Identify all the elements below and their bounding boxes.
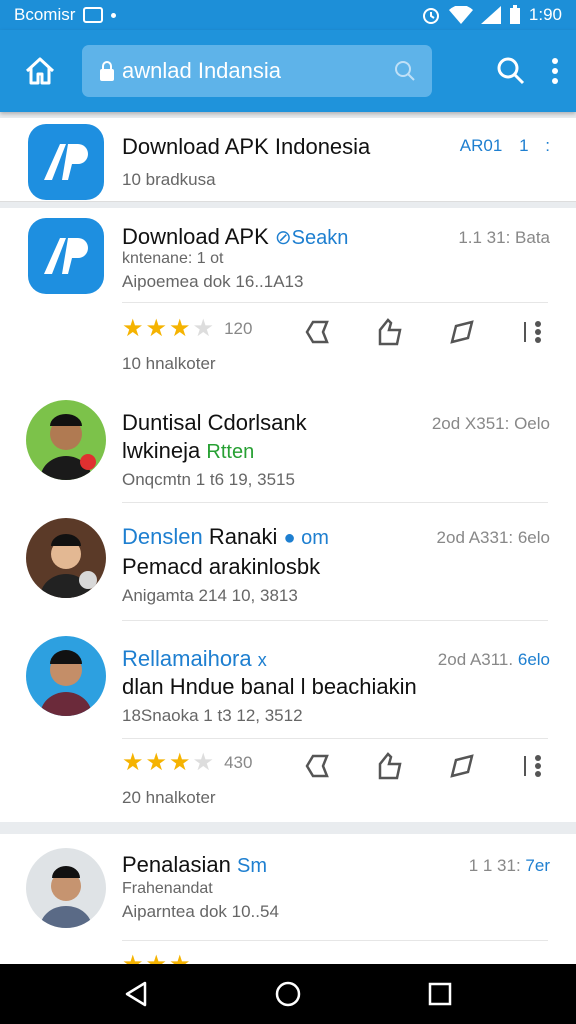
star-icon: ★ xyxy=(192,749,215,776)
star-icon: ★ xyxy=(169,315,191,342)
header-subtitle: 10 bradkusa xyxy=(122,170,216,189)
back-icon[interactable] xyxy=(116,974,156,1014)
like-icon[interactable] xyxy=(374,750,406,782)
more-icon[interactable] xyxy=(518,316,550,348)
avatar xyxy=(26,848,106,928)
item-subtitle: dlan Hndue banal l beachiakin xyxy=(122,674,417,699)
colon-icon: : xyxy=(545,136,550,155)
star-icon: ★ xyxy=(169,749,191,776)
avatar xyxy=(26,636,106,716)
alarm-icon xyxy=(422,8,439,24)
status-bar: Bcomisr 1:90 xyxy=(0,0,576,30)
verified-tag: ⊘Seakn xyxy=(274,227,349,249)
dot-icon xyxy=(111,12,117,18)
item-meta: 1 1 31: 7er xyxy=(468,856,550,875)
verified-tag: ● om xyxy=(283,527,329,549)
rating-count: 430 xyxy=(224,752,253,772)
header-meta: AR01 1 : xyxy=(459,136,550,155)
notification-icon xyxy=(83,7,104,23)
avatar xyxy=(26,400,106,480)
more-menu-icon[interactable] xyxy=(550,56,560,86)
item-subtitle: Pemacd arakinlosbk xyxy=(122,554,321,579)
item-subtitle: lwkineja Rtten xyxy=(122,438,255,463)
item-title: Download APK ⊘Seakn xyxy=(122,224,349,249)
header-card[interactable]: Download APK Indonesia 10 bradkusa AR01 … xyxy=(0,118,576,202)
rating-stars: ★ ★ ★ ★ 430 xyxy=(122,748,252,777)
app-logo-icon xyxy=(28,124,104,200)
list-card: Download APK ⊘Seakn kntenane: 1 ot Aipoe… xyxy=(0,208,576,822)
rating-count: 120 xyxy=(224,318,253,338)
item-meta: 2od A331: 6elo xyxy=(436,528,550,547)
rating-sub: 20 hnalkoter xyxy=(122,788,216,807)
header-title: Download APK Indonesia xyxy=(122,134,371,159)
item-title: Denslen Ranaki ● om xyxy=(122,524,329,549)
item-title: Rellamaihora x xyxy=(122,646,267,671)
star-icon: ★ xyxy=(145,315,168,342)
search-text: awnlad Indansia xyxy=(122,58,282,83)
avatar xyxy=(26,518,106,598)
star-icon: ★ xyxy=(122,315,144,342)
search-field-icon xyxy=(395,61,415,81)
search-field[interactable]: awnlad Indansia xyxy=(82,45,432,97)
item-meta: 2od X351: Oelo xyxy=(431,414,550,433)
item-date: 18Snaoka 1 t3 12, 3512 xyxy=(122,706,303,725)
comment-icon[interactable] xyxy=(446,750,478,782)
star-icon: ★ xyxy=(145,749,168,776)
item-title: Duntisal Cdorlsank xyxy=(122,410,307,435)
action-row xyxy=(302,750,550,782)
item-meta: 2od A311. 6elo xyxy=(437,650,550,669)
divider xyxy=(122,940,548,941)
item-date: Aipoemea dok 16..1A13 xyxy=(122,272,304,291)
item-date: Aiparntea dok 10..54 xyxy=(122,902,279,921)
item-subtitle: Frahenandat xyxy=(122,880,213,897)
more-icon[interactable] xyxy=(518,750,550,782)
action-row xyxy=(302,316,550,348)
wifi-icon xyxy=(448,6,473,24)
comment-icon[interactable] xyxy=(446,316,478,348)
like-icon[interactable] xyxy=(374,316,406,348)
divider xyxy=(122,502,548,503)
signal-icon xyxy=(480,6,501,24)
item-date: Onqcmtn 1 t6 19, 3515 xyxy=(122,470,295,489)
carrier-label: Bcomisr xyxy=(14,5,76,24)
divider xyxy=(122,302,548,303)
item-meta: 1.1 31: Bata xyxy=(458,228,550,247)
lock-icon xyxy=(100,61,114,81)
star-icon: ★ xyxy=(192,315,215,342)
battery-icon xyxy=(509,5,520,24)
item-date: Anigamta 214 10, 3813 xyxy=(122,586,298,605)
recents-icon[interactable] xyxy=(420,974,460,1014)
home-nav-icon[interactable] xyxy=(268,974,308,1014)
divider xyxy=(122,738,548,739)
share-icon[interactable] xyxy=(302,750,334,782)
rating-stars: ★ ★ ★ ★ 120 xyxy=(122,314,252,343)
system-nav-bar xyxy=(0,964,576,1024)
search-icon[interactable] xyxy=(496,56,526,86)
app-logo-icon xyxy=(28,218,104,294)
rating-sub: 10 hnalkoter xyxy=(122,354,216,373)
item-subtitle: kntenane: 1 ot xyxy=(122,250,224,267)
share-icon[interactable] xyxy=(302,316,334,348)
app-bar: awnlad Indansia xyxy=(0,30,576,112)
divider xyxy=(122,620,548,621)
home-icon[interactable] xyxy=(16,47,64,95)
star-icon: ★ xyxy=(122,749,144,776)
item-title: Penalasian Sm xyxy=(122,852,267,877)
clock-label: 1:90 xyxy=(528,5,562,24)
list-card[interactable]: Penalasian Sm Frahenandat Aiparntea dok … xyxy=(0,834,576,978)
